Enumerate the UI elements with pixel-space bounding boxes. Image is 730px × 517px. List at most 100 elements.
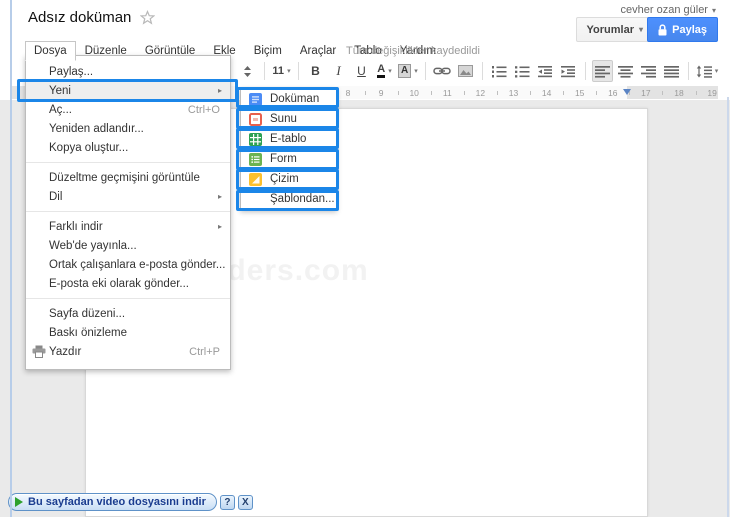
- font-size-select-label: 11: [272, 65, 285, 77]
- align-right-button[interactable]: [638, 60, 659, 82]
- ruler-tick: [496, 91, 498, 95]
- menu-item-label: Baskı önizleme: [49, 326, 127, 339]
- submenu-arrow-icon: ▸: [217, 192, 222, 201]
- file-menu-item-dil[interactable]: Dil ▸: [26, 187, 230, 206]
- document-title[interactable]: Adsız doküman: [28, 9, 131, 26]
- ruler-tick: [596, 91, 598, 95]
- file-menu-item-payla[interactable]: Paylaş...: [26, 62, 230, 81]
- close-icon[interactable]: X: [237, 494, 253, 510]
- numbered-list-button[interactable]: [489, 60, 510, 82]
- share-button[interactable]: Paylaş: [647, 17, 718, 42]
- new-submenu-item-ablondan[interactable]: Şablondan...: [241, 189, 336, 209]
- font-size-stepper[interactable]: [237, 60, 258, 82]
- toolbar-separator: [584, 62, 586, 80]
- docs-icon: [249, 92, 262, 106]
- menu-item-label: Düzeltme geçmişini görüntüle: [49, 171, 200, 184]
- line-spacing-button[interactable]: ▾: [695, 60, 720, 82]
- file-menu-item-a[interactable]: Aç... Ctrl+O: [26, 100, 230, 119]
- file-menu-item-e-posta-eki-olarak-g-nder[interactable]: E-posta eki olarak gönder...: [26, 274, 230, 293]
- align-left-button[interactable]: [591, 60, 613, 82]
- save-status[interactable]: Tüm değişiklikler kaydedildi: [346, 45, 480, 57]
- ruler-number: 14: [541, 88, 552, 98]
- insert-link-button[interactable]: [432, 60, 453, 82]
- chevron-down-icon: ▾: [414, 68, 418, 75]
- margin-marker-icon[interactable]: [623, 89, 631, 95]
- ruler-tick: [397, 91, 399, 95]
- play-icon: [15, 497, 23, 507]
- indent-icon: [560, 65, 576, 78]
- menubar-item-dosya[interactable]: Dosya: [25, 41, 76, 61]
- file-menu-item-yeniden-adland-r[interactable]: Yeniden adlandır...: [26, 119, 230, 138]
- file-menu-item-yeni[interactable]: Yeni ▸: [26, 81, 230, 100]
- menu-item-label: Paylaş...: [49, 65, 94, 78]
- ruler-tick: [695, 91, 697, 95]
- icon-placeholder: [249, 193, 262, 206]
- menu-item-label: Farklı indir: [49, 220, 103, 233]
- menu-item-label: Sayfa düzeni...: [49, 307, 126, 320]
- menu-item-shortcut: Ctrl+P: [189, 345, 220, 358]
- comments-button[interactable]: Yorumlar ▾: [575, 17, 654, 42]
- scrollbar[interactable]: [727, 97, 729, 517]
- new-submenu-item-dok-man[interactable]: Doküman: [241, 89, 336, 109]
- ruler-number: 9: [378, 88, 384, 98]
- file-menu-item-sayfa-d-zeni[interactable]: Sayfa düzeni...: [26, 304, 230, 323]
- file-menu-item-bask-nizleme[interactable]: Baskı önizleme: [26, 323, 230, 342]
- menu-divider: [26, 162, 230, 163]
- highlight-color-button[interactable]: A ▾: [397, 60, 419, 82]
- toolbar-separator: [298, 62, 299, 80]
- star-icon[interactable]: [140, 10, 156, 25]
- ruler-tick: [530, 91, 531, 95]
- toolbar-separator: [424, 62, 426, 80]
- ruler-number: 10: [409, 88, 419, 98]
- chevron-down-icon: ▾: [711, 6, 716, 15]
- chevron-down-icon: ▾: [388, 68, 392, 75]
- drawing-icon: [249, 172, 262, 186]
- bulleted-list-button[interactable]: [512, 60, 533, 82]
- file-menu-item-d-zeltme-ge-mi-ini-g-r-nt-le[interactable]: Düzeltme geçmişini görüntüle: [26, 168, 230, 187]
- user-menu[interactable]: cevher ozan güler ▾: [621, 4, 716, 16]
- ruler-number: 16: [608, 88, 618, 98]
- file-menu-item-web-de-yay-nla[interactable]: Web'de yayınla...: [26, 236, 230, 255]
- new-submenu-item-sunu[interactable]: Sunu: [241, 109, 336, 129]
- download-bar: Bu sayfadan video dosyasını indir ? X: [8, 493, 253, 511]
- insert-image-button[interactable]: [455, 60, 476, 82]
- menu-item-label: Dil: [49, 190, 63, 203]
- increase-indent-button[interactable]: [558, 60, 579, 82]
- download-video-button[interactable]: Bu sayfadan video dosyasını indir: [8, 493, 217, 511]
- menu-item-label: Yeniden adlandır...: [49, 122, 144, 135]
- underline-button[interactable]: U: [351, 60, 372, 82]
- ruler-tick: [364, 91, 366, 95]
- align-justify-button[interactable]: [661, 60, 682, 82]
- italic-button[interactable]: I: [328, 60, 349, 82]
- left-window-edge: [10, 0, 12, 517]
- ruler-number: 15: [574, 88, 585, 98]
- text-color-button[interactable]: A ▾: [374, 60, 395, 82]
- decrease-indent-button[interactable]: [535, 60, 556, 82]
- ruler-tick: [662, 91, 664, 95]
- bold-button[interactable]: B: [305, 60, 326, 82]
- font-size-select[interactable]: 11 ▾: [271, 60, 292, 82]
- toolbar-separator: [264, 62, 265, 80]
- file-menu-item-farkl-indir[interactable]: Farklı indir ▸: [26, 217, 230, 236]
- menu-divider: [26, 211, 230, 212]
- printer-icon: [32, 345, 46, 361]
- google-docs-app: Adsız doküman cevher ozan güler ▾ Yorumla…: [0, 0, 730, 517]
- chevron-down-icon: ▾: [714, 68, 719, 75]
- file-menu-item-kopya-olu-tur[interactable]: Kopya oluştur...: [26, 138, 230, 157]
- title-row: Adsız doküman: [28, 9, 156, 26]
- slides-icon: [249, 112, 262, 126]
- new-submenu-item-izim[interactable]: Çizim: [241, 169, 336, 189]
- new-submenu-item-e-tablo[interactable]: E-tablo: [241, 129, 336, 149]
- link-icon: [433, 66, 451, 76]
- file-menu-item-yazd-r[interactable]: Yazdır Ctrl+P: [26, 342, 230, 361]
- align-center-button[interactable]: [615, 60, 636, 82]
- italic-button-label: I: [336, 63, 341, 78]
- lock-icon: [658, 23, 667, 36]
- file-menu: Paylaş... Yeni ▸ Aç... Ctrl+O Yeniden adlandı…: [25, 55, 231, 370]
- help-button[interactable]: ?: [219, 494, 235, 510]
- new-submenu-item-form[interactable]: Form: [241, 149, 336, 169]
- submenu-item-label: Doküman: [270, 93, 320, 105]
- file-menu-item-ortak-al-anlara-e-posta-g-nder[interactable]: Ortak çalışanlara e-posta gönder...: [26, 255, 230, 274]
- ol-icon: [491, 65, 507, 78]
- user-name: cevher ozan güler: [620, 4, 708, 16]
